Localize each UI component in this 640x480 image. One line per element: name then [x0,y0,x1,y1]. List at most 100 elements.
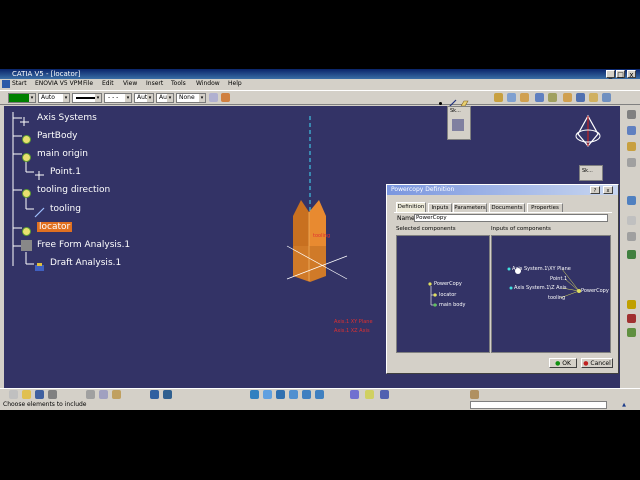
new-icon[interactable] [9,390,18,399]
powercopy-icon [428,282,432,286]
copy-icon[interactable] [99,390,108,399]
paste-icon[interactable] [112,390,121,399]
select-icon[interactable] [627,110,636,119]
zoom-out-icon[interactable] [589,93,598,102]
command-input[interactable] [470,401,607,409]
tab-inputs[interactable]: Inputs [428,203,452,212]
save-icon[interactable] [35,390,44,399]
selected-components-label: Selected components [396,226,456,232]
selected-item-locator[interactable]: locator [439,292,456,298]
menu-edit[interactable]: Edit [102,79,114,89]
tab-properties[interactable]: Properties [527,203,563,212]
rotate-icon[interactable] [563,93,572,102]
painter-icon[interactable] [209,93,218,102]
menu-insert[interactable]: Insert [146,79,163,89]
minimize-button[interactable]: _ [606,70,615,79]
sketch-toolbar-2[interactable]: Sk... [579,165,603,181]
tab-documents[interactable]: Documents [489,203,525,212]
measure-icon[interactable] [627,328,636,337]
ok-label: OK [562,360,571,367]
mirror-icon[interactable] [627,232,636,241]
maximize-button[interactable]: □ [616,70,625,79]
input-item-tooling[interactable]: tooling [548,295,565,301]
line-tool-icon[interactable] [448,93,457,108]
fly-mode-icon[interactable] [250,390,259,399]
fit-icon[interactable] [263,390,272,399]
cancel-button[interactable]: ● Cancel [581,358,613,368]
pocket-icon[interactable] [507,93,516,102]
filter-value: None [179,94,195,101]
filter-combo[interactable]: None ▾ [176,93,206,103]
input-item-point[interactable]: Point.1 [550,276,567,282]
pan-icon[interactable] [548,93,557,102]
dialog-help-button[interactable]: ? [590,186,600,194]
formula-icon[interactable] [150,390,159,399]
exit-sketch-icon[interactable] [452,119,464,131]
dialog-close-button[interactable]: x [603,186,613,194]
zoom-out-bottom-icon[interactable] [315,390,324,399]
linetype-combo[interactable]: - - - ▾ [104,93,132,103]
menu-file[interactable]: File [83,79,93,89]
transparency-combo[interactable]: Auto ▾ [38,93,70,103]
dialog-title-bar: Powercopy Definition [387,185,618,195]
print-icon[interactable] [48,390,57,399]
catia-window: CATIA V5 - [locator] _ □ x Start ENOVIA … [0,69,640,410]
pan-bottom-icon[interactable] [276,390,285,399]
color-combo[interactable]: ▾ [8,93,36,103]
viewport-label-plane1: Axis.1 XY Plane [334,319,373,325]
fit-all-icon[interactable] [535,93,544,102]
material-icon[interactable] [470,390,479,399]
status-bar: Choose elements to include ▲ [0,400,640,410]
open-icon[interactable] [22,390,31,399]
draft-icon[interactable] [627,196,636,205]
sketcher-icon[interactable] [627,126,636,135]
close-button[interactable]: x [627,70,636,79]
pad-side-icon[interactable] [627,142,636,151]
selected-components-pane[interactable]: PowerCopy locator main body [396,235,490,353]
analysis-side-icon[interactable] [627,300,636,309]
locator-part [293,200,326,282]
name-input[interactable]: PowerCopy [414,214,608,222]
menu-help[interactable]: Help [228,79,242,89]
hide-show-icon[interactable] [365,390,374,399]
cut-icon[interactable] [86,390,95,399]
swap-visible-icon[interactable] [380,390,389,399]
linewidth-combo[interactable]: ▾ [72,93,102,103]
tab-parameters[interactable]: Parameters [453,203,487,212]
brush-icon[interactable] [221,93,230,102]
shaft-icon[interactable] [520,93,529,102]
menu-view[interactable]: View [123,79,137,89]
menu-enovia[interactable]: ENOVIA V5 VPM [35,79,83,89]
hole-icon[interactable] [627,158,636,167]
plane-tool-icon[interactable] [460,93,469,107]
weight-combo[interactable]: Aut ▾ [156,93,174,103]
catia-logo-icon: ▲ [622,402,626,408]
shell-icon[interactable] [627,216,636,225]
search-icon[interactable] [163,390,172,399]
menu-tools[interactable]: Tools [171,79,186,89]
selected-item-powercopy[interactable]: PowerCopy [434,281,462,287]
pad-icon[interactable] [494,93,503,102]
zoom-in-icon[interactable] [576,93,585,102]
zoom-in-bottom-icon[interactable] [302,390,311,399]
selected-item-main-body[interactable]: main body [439,302,465,308]
input-item-axis-xy[interactable]: Axis System.1\XY Plane [512,266,571,272]
title-bar: CATIA V5 - [locator] _ □ x [0,69,640,79]
menu-window[interactable]: Window [196,79,220,89]
view-mode-icon[interactable] [350,390,359,399]
menu-start[interactable]: Start [12,79,27,89]
normal-view-icon[interactable] [602,93,611,102]
ok-button[interactable]: ● OK [549,358,577,368]
tab-definition[interactable]: Definition [396,202,426,212]
input-node-powercopy[interactable]: PowerCopy [581,288,609,294]
point-tool-icon[interactable] [436,93,445,105]
layer-combo[interactable]: Aut ▾ [134,93,154,103]
sketch-toolbar[interactable]: Sk... [447,106,471,140]
inputs-of-components-pane[interactable]: Axis System.1\XY Plane Point.1 Axis Syst… [491,235,611,353]
compass-icon[interactable] [570,112,606,152]
rotate-bottom-icon[interactable] [289,390,298,399]
constraint-icon[interactable] [627,314,636,323]
input-item-axis-z[interactable]: Axis System.1\Z Axis [514,285,566,291]
menu-bar: Start ENOVIA V5 VPM File Edit View Inser… [0,79,640,89]
boolean-icon[interactable] [627,250,636,259]
